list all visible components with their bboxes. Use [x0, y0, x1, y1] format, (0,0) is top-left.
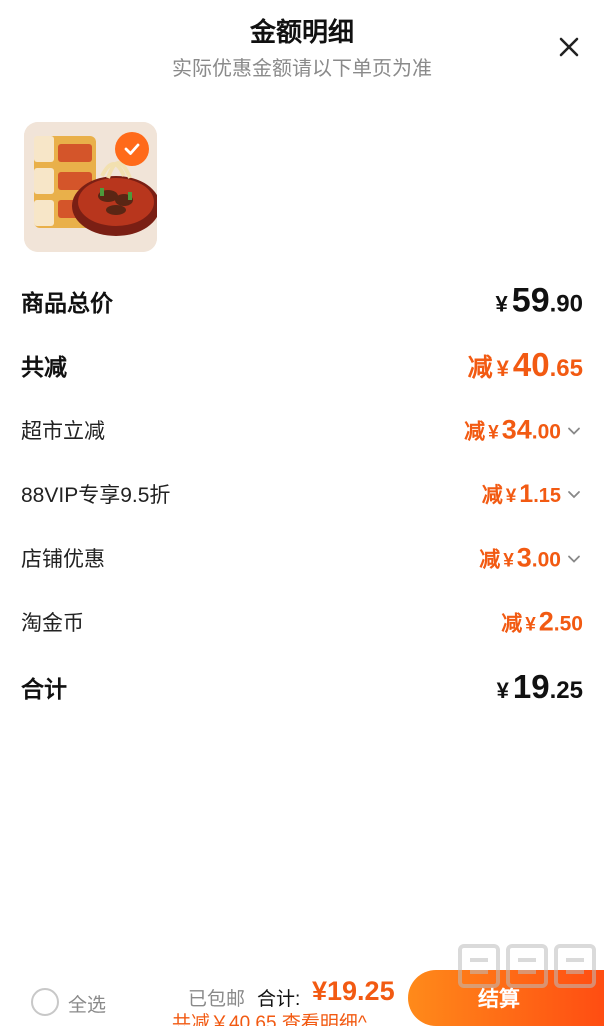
chevron-down-icon[interactable] [565, 549, 583, 567]
currency-symbol: ¥ [525, 614, 536, 636]
discount-value: 减 ¥ 1 .15 [482, 479, 583, 509]
amount-detail-sheet: 金额明细 实际优惠金额请以下单页为准 商品总价 ¥ 59 .90 共减 减 ¥ … [0, 0, 604, 1026]
select-all-radio[interactable] [31, 988, 59, 1016]
subtotal-value: ¥ 59 .90 [496, 282, 583, 321]
discount-dec: .50 [553, 612, 583, 636]
shipping-label: 已包邮 [188, 989, 246, 1010]
bar-total-label: 合计: [257, 989, 301, 1010]
discount-prefix: 减 [481, 484, 503, 507]
total-int: 19 [512, 668, 550, 705]
close-icon [559, 37, 579, 57]
select-all-label[interactable]: 全选 [68, 990, 106, 1017]
discount-value: 减 ¥ 3 .00 [479, 543, 583, 574]
chevron-down-icon[interactable] [565, 421, 583, 439]
row-subtotal: 商品总价 ¥ 59 .90 [21, 281, 583, 321]
total-discount-dec: .65 [549, 355, 583, 382]
currency-symbol: ¥ [495, 291, 508, 317]
row-88vip-discount[interactable]: 88VIP专享9.5折 减 ¥ 1 .15 [21, 474, 583, 514]
total-value: ¥ 19 .25 [497, 668, 583, 706]
discount-label: 店铺优惠 [21, 548, 105, 571]
currency-symbol: ¥ [505, 486, 517, 507]
discount-prefix: 减 [501, 612, 523, 636]
currency-symbol: ¥ [488, 422, 499, 444]
row-store-discount[interactable]: 店铺优惠 减 ¥ 3 .00 [21, 538, 583, 578]
currency-symbol: ¥ [503, 550, 514, 572]
watermark-logo [458, 944, 596, 988]
view-details-link[interactable]: 共减￥40.65 查看明细^ [172, 1008, 367, 1026]
sheet-subtitle: 实际优惠金额请以下单页为准 [172, 58, 432, 80]
discount-value: 减 ¥ 34 .00 [464, 415, 583, 446]
product-thumbnail[interactable] [24, 122, 157, 252]
discount-dec: .15 [533, 485, 561, 507]
row-supermarket-discount[interactable]: 超市立减 减 ¥ 34 .00 [21, 410, 583, 450]
subtotal-dec: .90 [549, 290, 583, 318]
discount-int: 3 [516, 542, 532, 573]
row-total: 合计 ¥ 19 .25 [21, 667, 583, 707]
total-discount-label: 共减 [21, 354, 67, 380]
check-icon [124, 143, 140, 155]
discount-prefix: 减 [464, 420, 486, 444]
discount-prefix: 减 [479, 548, 501, 572]
subtotal-label: 商品总价 [21, 290, 113, 316]
discount-dec: .00 [531, 548, 561, 572]
total-discount-value: 减 ¥ 40 .65 [468, 346, 583, 384]
currency-symbol: ¥ [496, 678, 509, 703]
currency-symbol: ¥ [496, 356, 509, 381]
discount-int: 1 [519, 480, 534, 508]
total-label: 合计 [21, 676, 67, 702]
row-total-discount: 共减 减 ¥ 40 .65 [21, 345, 583, 385]
sheet-title: 金额明细 [249, 17, 354, 47]
discount-prefix: 减 [467, 354, 493, 382]
selected-check[interactable] [115, 132, 149, 166]
discount-dec: .00 [531, 420, 561, 444]
subtotal-int: 59 [511, 281, 550, 320]
row-taojinbi-discount: 淘金币 减 ¥ 2 .50 [21, 602, 583, 642]
discount-value: 减 ¥ 2 .50 [501, 607, 583, 638]
discount-label: 88VIP专享9.5折 [21, 484, 171, 507]
sheet-header: 金额明细 实际优惠金额请以下单页为准 [0, 0, 604, 100]
discount-label: 淘金币 [21, 612, 84, 635]
close-button[interactable] [552, 30, 586, 64]
discount-int: 34 [501, 414, 532, 445]
total-dec: .25 [549, 677, 583, 704]
discount-int: 2 [538, 606, 554, 637]
bar-total-value: ¥19.25 [312, 976, 395, 1006]
total-discount-int: 40 [512, 346, 550, 383]
discount-label: 超市立减 [21, 420, 105, 443]
chevron-down-icon[interactable] [565, 485, 583, 503]
